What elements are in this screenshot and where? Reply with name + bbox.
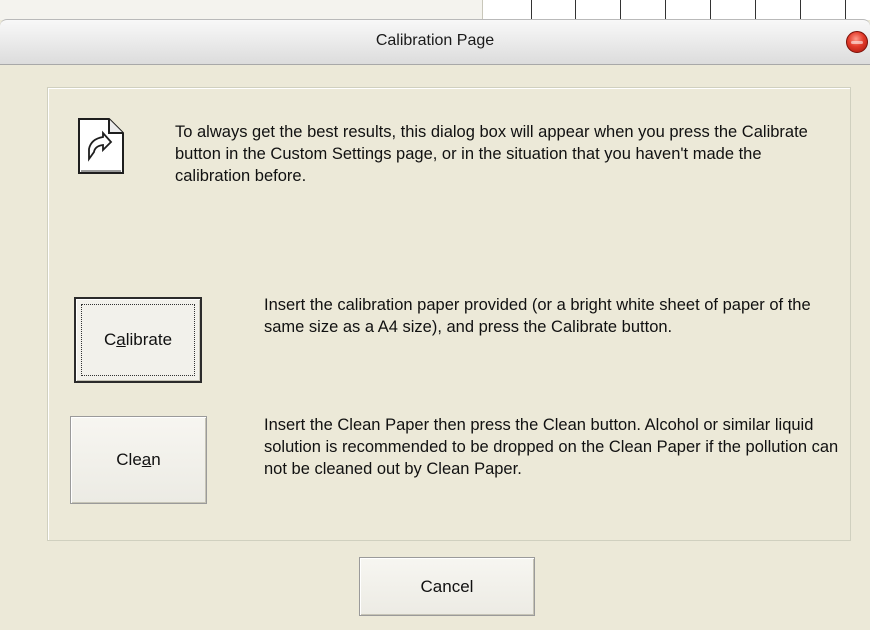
clean-description: Insert the Clean Paper then press the Cl… <box>264 416 839 478</box>
clean-button-label: Clean <box>116 450 161 469</box>
grid-line <box>620 0 621 20</box>
calibrate-description: Insert the calibration paper provided (o… <box>264 296 811 336</box>
close-icon[interactable] <box>846 31 868 53</box>
screen: Calibration Page To always get the best … <box>0 0 870 630</box>
document-arrow-icon <box>78 118 124 174</box>
grid-line <box>531 0 532 20</box>
grid-line <box>800 0 801 20</box>
cancel-button-label: Cancel <box>420 576 474 596</box>
clean-button[interactable]: Clean <box>70 416 207 504</box>
grid-line <box>575 0 576 20</box>
dialog-title: Calibration Page <box>375 32 495 49</box>
calibrate-button[interactable]: Calibrate <box>74 297 202 383</box>
grid-line <box>845 0 846 20</box>
grid-line <box>665 0 666 20</box>
title-bar[interactable]: Calibration Page <box>0 19 870 65</box>
background-grid <box>482 0 870 20</box>
intro-text: To always get the best results, this dia… <box>175 123 808 185</box>
grid-line <box>710 0 711 20</box>
grid-line <box>755 0 756 20</box>
calibrate-button-label: Calibrate <box>103 330 173 349</box>
cancel-button[interactable]: Cancel <box>359 557 535 616</box>
